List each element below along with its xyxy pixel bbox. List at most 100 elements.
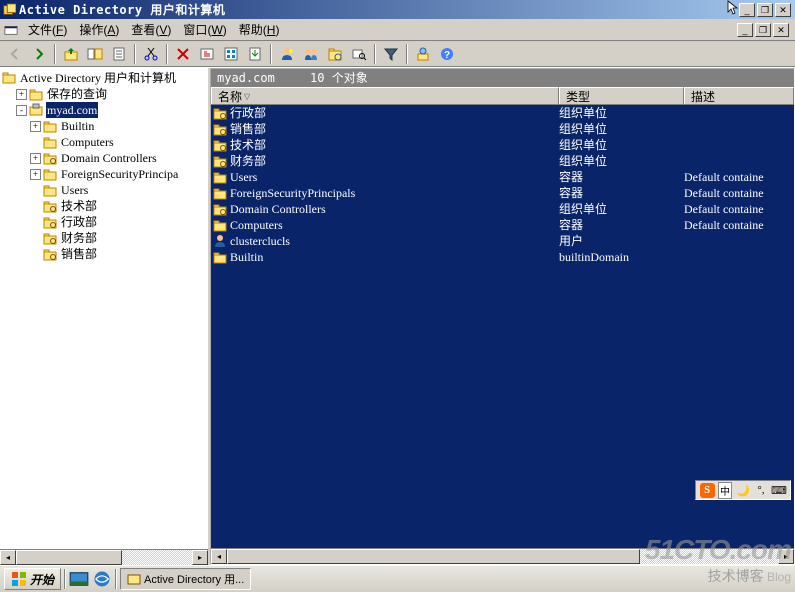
list-row[interactable]: BuiltinbuiltinDomain	[211, 249, 794, 265]
menu-file[interactable]: 文件(F)	[22, 19, 73, 40]
help-button[interactable]: ?	[436, 43, 458, 65]
cut-button[interactable]	[140, 43, 162, 65]
forward-button[interactable]	[28, 43, 50, 65]
ou-icon	[43, 215, 57, 229]
find-button[interactable]	[348, 43, 370, 65]
row-name: Domain Controllers	[230, 201, 326, 217]
ime-fw-icon[interactable]: °,	[753, 482, 769, 498]
column-desc[interactable]: 描述	[684, 87, 794, 104]
taskbar-item[interactable]: Active Directory 用...	[120, 568, 251, 590]
tree-item[interactable]: +ForeignSecurityPrincipa	[2, 166, 208, 182]
tree-item[interactable]: +Builtin	[2, 118, 208, 134]
ime-zh-icon[interactable]: 中	[717, 482, 733, 498]
row-type: 组织单位	[559, 201, 684, 217]
list-row[interactable]: ForeignSecurityPrincipals容器Default conta…	[211, 185, 794, 201]
menubar: 文件(F) 操作(A) 查看(V) 窗口(W) 帮助(H) _ ❐ ✕	[0, 19, 795, 41]
windows-flag-icon	[11, 571, 27, 587]
start-button[interactable]: 开始	[4, 568, 61, 590]
properties-button-2[interactable]	[196, 43, 218, 65]
tree-item-label: 行政部	[60, 214, 98, 230]
expand-toggle[interactable]: -	[16, 105, 27, 116]
show-hide-button[interactable]	[84, 43, 106, 65]
child-close-button[interactable]: ✕	[773, 23, 789, 37]
list-hscrollbar[interactable]: ◂ ▸	[211, 548, 794, 564]
expand-toggle[interactable]: +	[30, 121, 41, 132]
list-row[interactable]: 销售部组织单位	[211, 121, 794, 137]
scroll-left-button[interactable]: ◂	[211, 549, 227, 564]
child-minimize-button[interactable]: _	[737, 23, 753, 37]
minimize-button[interactable]: _	[739, 3, 755, 17]
list-row[interactable]: 技术部组织单位	[211, 137, 794, 153]
tree-item[interactable]: Computers	[2, 134, 208, 150]
expand-toggle[interactable]: +	[16, 89, 27, 100]
close-button[interactable]: ✕	[775, 3, 791, 17]
ime-tray[interactable]: S 中 🌙 °, ⌨	[695, 480, 791, 500]
list-row[interactable]: Domain Controllers组织单位Default containe	[211, 201, 794, 217]
menu-window[interactable]: 窗口(W)	[177, 19, 232, 40]
tree-item[interactable]: 销售部	[2, 246, 208, 262]
back-button[interactable]	[4, 43, 26, 65]
row-desc: Default containe	[684, 185, 794, 201]
properties-button[interactable]	[108, 43, 130, 65]
expand-toggle[interactable]: +	[30, 169, 41, 180]
column-name[interactable]: 名称▽	[211, 87, 559, 104]
scroll-right-button[interactable]: ▸	[778, 549, 794, 564]
up-button[interactable]	[60, 43, 82, 65]
tree-item-label: 财务部	[60, 230, 98, 246]
refresh-button[interactable]	[220, 43, 242, 65]
folder-icon	[43, 167, 57, 181]
row-name: 销售部	[230, 121, 266, 137]
list-row[interactable]: Computers容器Default containe	[211, 217, 794, 233]
filter-button[interactable]	[380, 43, 402, 65]
new-ou-button[interactable]	[324, 43, 346, 65]
row-type: 用户	[559, 233, 684, 249]
row-desc	[684, 249, 794, 265]
row-name: 财务部	[230, 153, 266, 169]
quick-launch-ie[interactable]	[92, 569, 112, 589]
tree-item[interactable]: 技术部	[2, 198, 208, 214]
tree-item[interactable]: 行政部	[2, 214, 208, 230]
child-restore-button[interactable]: ❐	[755, 23, 771, 37]
list-row[interactable]: Users容器Default containe	[211, 169, 794, 185]
restore-button[interactable]: ❐	[757, 3, 773, 17]
quick-launch-desktop[interactable]	[69, 569, 89, 589]
column-type[interactable]: 类型	[559, 87, 684, 104]
scroll-left-button[interactable]: ◂	[0, 550, 16, 565]
delete-button[interactable]	[172, 43, 194, 65]
tree-item[interactable]: Users	[2, 182, 208, 198]
export-button[interactable]	[244, 43, 266, 65]
folder-icon	[213, 186, 227, 200]
new-group-button[interactable]	[300, 43, 322, 65]
row-type: builtinDomain	[559, 249, 684, 265]
scroll-right-button[interactable]: ▸	[192, 550, 208, 565]
sort-desc-icon: ▽	[244, 92, 250, 101]
row-type: 组织单位	[559, 153, 684, 169]
list-row[interactable]: 行政部组织单位	[211, 105, 794, 121]
tree-item[interactable]: +Domain Controllers	[2, 150, 208, 166]
expand-toggle[interactable]: +	[30, 153, 41, 164]
menu-view[interactable]: 查看(V)	[125, 19, 177, 40]
ime-kb-icon[interactable]: ⌨	[771, 482, 787, 498]
row-desc	[684, 105, 794, 121]
tree-item[interactable]: -myad.com	[2, 102, 208, 118]
expand-toggle	[30, 137, 41, 148]
ime-s-icon[interactable]: S	[699, 482, 715, 498]
menu-help[interactable]: 帮助(H)	[233, 19, 286, 40]
tree-item[interactable]: +保存的查询	[2, 86, 208, 102]
list-row[interactable]: 财务部 组织单位	[211, 153, 794, 169]
row-desc	[684, 137, 794, 153]
raise-button[interactable]	[412, 43, 434, 65]
titlebar: Active Directory 用户和计算机 _ ❐ ✕	[0, 0, 795, 19]
tree-pane: Active Directory 用户和计算机 +保存的查询-myad.com+…	[0, 68, 210, 565]
tree-item[interactable]: 财务部	[2, 230, 208, 246]
main-area: Active Directory 用户和计算机 +保存的查询-myad.com+…	[0, 67, 795, 565]
new-user-button[interactable]	[276, 43, 298, 65]
menu-action[interactable]: 操作(A)	[73, 19, 125, 40]
list-row[interactable]: clusterclucls用户	[211, 233, 794, 249]
ime-moon-icon[interactable]: 🌙	[735, 482, 751, 498]
tree-hscrollbar[interactable]: ◂ ▸	[0, 549, 208, 565]
row-name: 技术部	[230, 137, 266, 153]
list-header: 名称▽ 类型 描述	[211, 87, 794, 105]
row-desc	[684, 153, 794, 169]
tree-root[interactable]: Active Directory 用户和计算机	[2, 70, 208, 86]
